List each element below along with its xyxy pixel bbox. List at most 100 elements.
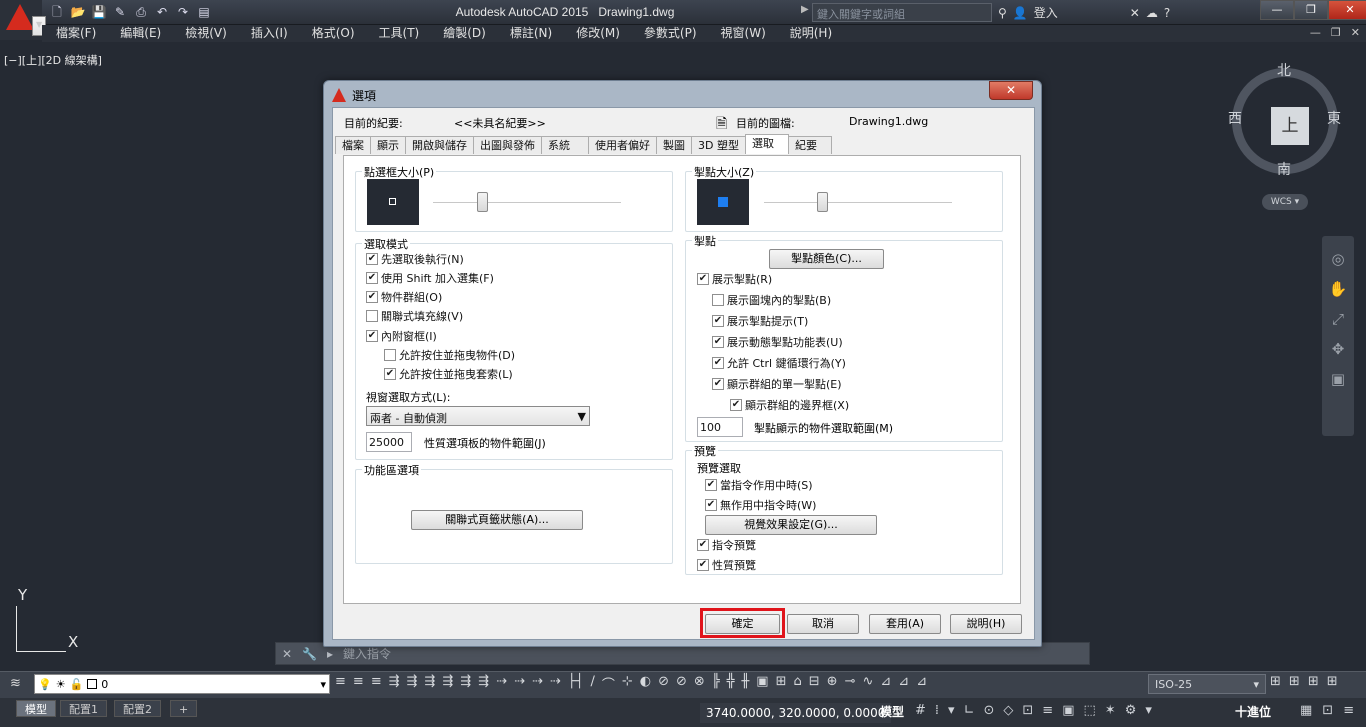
checkbox[interactable] bbox=[366, 310, 378, 322]
tab-selection[interactable]: 選取 bbox=[744, 134, 789, 154]
checkbox-option[interactable]: ✔ 指令預覽 bbox=[697, 537, 756, 553]
layer-manager-icon[interactable]: ≋ bbox=[10, 676, 21, 691]
checkbox-option[interactable]: ✔ 展示掣點(R) bbox=[697, 271, 772, 287]
close-icon[interactable]: ✕ bbox=[282, 647, 292, 661]
checkbox-option[interactable]: ✔ 顯示群組的邊界框(X) bbox=[730, 397, 849, 413]
checkbox-option[interactable]: ✔ 物件群組(O) bbox=[366, 289, 442, 305]
layout-tab-layout2[interactable]: 配置2 bbox=[114, 700, 161, 717]
layer-tool-icon[interactable]: ⇶ bbox=[478, 674, 489, 693]
model-space-button[interactable]: 模型 bbox=[880, 703, 904, 720]
tab-profiles[interactable]: 紀要 bbox=[787, 136, 832, 154]
cloud-icon[interactable]: ☁ bbox=[1146, 6, 1158, 20]
checkbox-option[interactable]: ✔ 展示動態掣點功能表(U) bbox=[712, 334, 843, 350]
dimension-icon[interactable]: ⊞ bbox=[776, 674, 787, 693]
checkbox[interactable]: ✔ bbox=[384, 368, 396, 380]
menu-item[interactable]: 繪製(D) bbox=[443, 25, 486, 42]
minimize-button[interactable]: — bbox=[1260, 0, 1294, 20]
dimension-icon[interactable]: ╠ bbox=[712, 674, 720, 693]
checkbox[interactable]: ✔ bbox=[730, 399, 742, 411]
lineweight-icon[interactable]: ≡ bbox=[1042, 703, 1053, 718]
search-expand-icon[interactable]: ▶ bbox=[801, 4, 809, 15]
exchange-icon[interactable]: ✕ bbox=[1130, 6, 1140, 20]
selection-cycling-icon[interactable]: ⬚ bbox=[1084, 703, 1096, 718]
undo-icon[interactable]: ↶ bbox=[153, 3, 171, 21]
checkbox[interactable]: ✔ bbox=[705, 499, 717, 511]
checkbox-option[interactable]: ✔ 允許按住並拖曳套索(L) bbox=[384, 366, 513, 382]
dimension-icon[interactable]: ⊹ bbox=[622, 674, 633, 693]
redo-icon[interactable]: ↷ bbox=[174, 3, 192, 21]
layer-tool-icon[interactable]: ≡ bbox=[353, 674, 364, 693]
menu-item[interactable]: 標註(N) bbox=[510, 25, 552, 42]
layer-tool-icon[interactable]: ⇶ bbox=[442, 674, 453, 693]
table-style-icon[interactable]: ⊞ bbox=[1270, 674, 1281, 689]
save-icon[interactable]: 💾 bbox=[90, 3, 108, 21]
dimension-icon[interactable]: ⊘ bbox=[676, 674, 687, 693]
menu-item[interactable]: 視窗(W) bbox=[721, 25, 766, 42]
close-button[interactable]: ✕ bbox=[1328, 0, 1366, 20]
annotation-icon[interactable]: ✶ bbox=[1105, 703, 1116, 718]
checkbox[interactable]: ✔ bbox=[712, 378, 724, 390]
compass-south[interactable]: 南 bbox=[1277, 159, 1291, 179]
new-icon[interactable]: 🗋 bbox=[48, 3, 66, 21]
menu-item[interactable]: 插入(I) bbox=[251, 25, 288, 42]
menu-item[interactable]: 工具(T) bbox=[379, 25, 420, 42]
chevron-down-icon[interactable]: ▾ bbox=[1145, 703, 1152, 718]
workspace-icon[interactable]: ▤ bbox=[195, 3, 213, 21]
tab-system[interactable]: 系統 bbox=[541, 136, 589, 154]
checkbox-option[interactable]: ✔ 當指令作用中時(S) bbox=[705, 477, 813, 493]
dimension-icon[interactable]: ⊟ bbox=[809, 674, 820, 693]
annotation-scale-dropdown[interactable]: ISO-25 ▾ bbox=[1148, 674, 1266, 694]
wcs-menu[interactable]: WCS ▾ bbox=[1262, 194, 1308, 210]
checkbox[interactable]: ✔ bbox=[366, 291, 378, 303]
layout-tab-model[interactable]: 模型 bbox=[16, 700, 56, 717]
layer-tool-icon[interactable]: ⇶ bbox=[407, 674, 418, 693]
checkbox[interactable]: ✔ bbox=[366, 272, 378, 284]
menu-item[interactable]: 檢視(V) bbox=[185, 25, 227, 42]
checkbox-option[interactable]: ✔ 內附窗框(I) bbox=[366, 328, 437, 344]
menu-item[interactable]: 格式(O) bbox=[312, 25, 355, 42]
layer-tool-icon[interactable]: ⇶ bbox=[425, 674, 436, 693]
dimension-icon[interactable]: ⊘ bbox=[658, 674, 669, 693]
checkbox-option[interactable]: ✔ 無作用中指令時(W) bbox=[705, 497, 816, 513]
dimension-icon[interactable]: ╫ bbox=[741, 674, 749, 693]
help-button[interactable]: 說明(H) bbox=[950, 614, 1022, 634]
checkbox[interactable]: ✔ bbox=[712, 336, 724, 348]
checkbox[interactable] bbox=[384, 349, 396, 361]
sign-in-link[interactable]: 登入 bbox=[1034, 4, 1058, 21]
pickbox-size-slider[interactable] bbox=[433, 202, 621, 204]
layer-dropdown[interactable]: 💡 ☀ 🔓 0 ▾ bbox=[34, 674, 330, 694]
customize-icon[interactable]: 🔧 bbox=[302, 647, 317, 661]
transparency-icon[interactable]: ▣ bbox=[1062, 703, 1074, 718]
menu-item[interactable]: 修改(M) bbox=[576, 25, 620, 42]
polar-icon[interactable]: ⊙ bbox=[983, 703, 994, 718]
pickbox-slider-thumb[interactable] bbox=[477, 192, 488, 212]
pan-icon[interactable]: ✋ bbox=[1329, 280, 1348, 298]
visual-effect-settings-button[interactable]: 視覺效果設定(G)... bbox=[705, 515, 877, 535]
chevron-down-icon[interactable]: ▾ bbox=[948, 703, 955, 718]
quick-properties-icon[interactable]: ▦ bbox=[1300, 703, 1312, 718]
compass-east[interactable]: 東 bbox=[1327, 108, 1341, 128]
customize-icon[interactable]: ≡ bbox=[1343, 703, 1354, 718]
orbit-icon[interactable]: ✥ bbox=[1332, 340, 1345, 358]
checkbox-option[interactable]: ✔ 性質預覽 bbox=[697, 557, 756, 573]
menu-item[interactable]: 編輯(E) bbox=[120, 25, 161, 42]
workspace-gear-icon[interactable]: ⚙ bbox=[1125, 703, 1137, 718]
dimension-icon[interactable]: ╬ bbox=[727, 674, 735, 693]
doc-close-icon[interactable]: ✕ bbox=[1351, 26, 1360, 39]
isodraft-icon[interactable]: ◇ bbox=[1003, 703, 1013, 718]
layer-tool-icon[interactable]: ⇢ bbox=[496, 674, 507, 693]
binoculars-icon[interactable]: ⚲ bbox=[998, 6, 1007, 20]
open-icon[interactable]: 📂 bbox=[69, 3, 87, 21]
steering-wheel-icon[interactable]: ◎ bbox=[1331, 250, 1344, 268]
layer-tool-icon[interactable]: ⇶ bbox=[389, 674, 400, 693]
layer-tool-icon[interactable]: ⇶ bbox=[460, 674, 471, 693]
command-input[interactable]: 鍵入指令 bbox=[343, 645, 391, 662]
grip-slider-thumb[interactable] bbox=[817, 192, 828, 212]
dimension-icon[interactable]: ∕ bbox=[590, 674, 594, 693]
layer-tool-icon[interactable]: ⇢ bbox=[514, 674, 525, 693]
dialog-close-button[interactable]: ✕ bbox=[989, 81, 1033, 100]
apply-button[interactable]: 套用(A) bbox=[869, 614, 941, 634]
menu-item[interactable]: 檔案(F) bbox=[56, 25, 96, 42]
checkbox[interactable]: ✔ bbox=[366, 330, 378, 342]
ortho-icon[interactable]: ∟ bbox=[964, 703, 975, 718]
